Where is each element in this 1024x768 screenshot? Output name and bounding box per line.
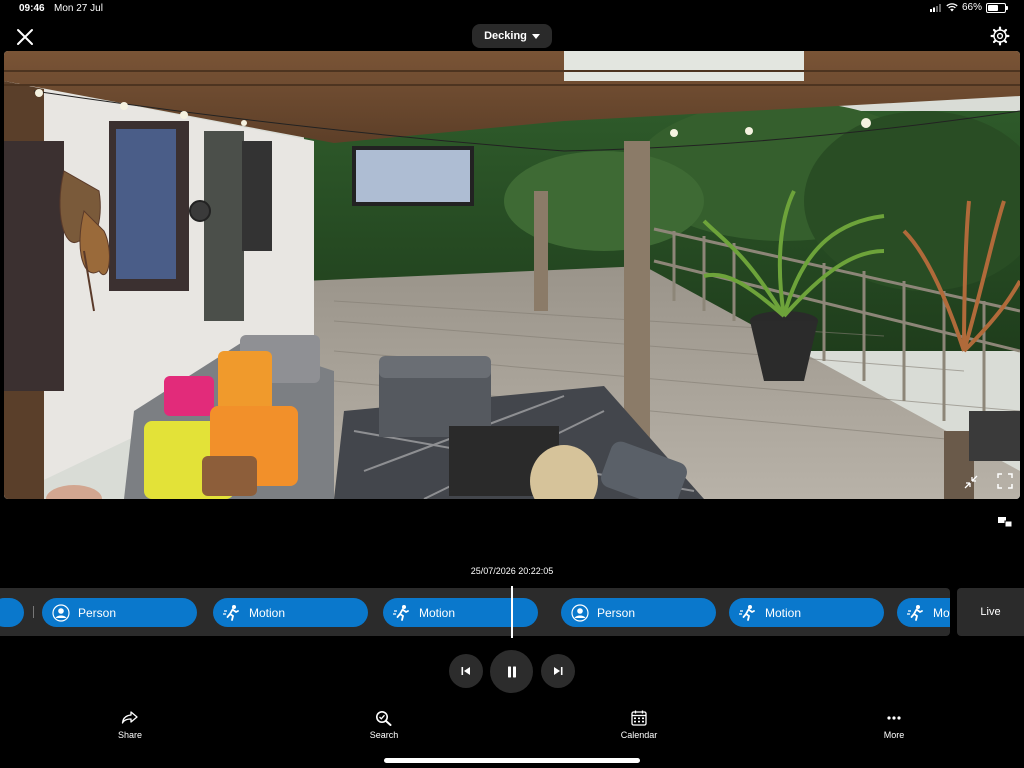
- share-button[interactable]: Share: [90, 710, 170, 740]
- more-button[interactable]: More: [854, 710, 934, 740]
- event-label: Motion: [933, 605, 950, 620]
- timeline-timestamp: 25/07/2026 20:22:05: [470, 566, 554, 576]
- search-button[interactable]: Search: [344, 710, 424, 740]
- skip-previous-icon: [461, 667, 470, 675]
- close-icon: [17, 29, 33, 45]
- person-icon: [571, 603, 589, 622]
- calendar-button[interactable]: Calendar: [599, 710, 679, 740]
- person-icon: [52, 603, 70, 622]
- more-icon: [887, 716, 901, 720]
- live-button[interactable]: Live: [957, 588, 1024, 636]
- event-chip-motion[interactable]: Motion: [213, 598, 368, 627]
- exit-fullscreen-icon: [964, 475, 978, 489]
- motion-icon: [907, 604, 923, 621]
- motion-icon: [393, 604, 409, 621]
- video-frame: [4, 51, 1020, 499]
- gear-icon: [990, 26, 1010, 46]
- event-chip-person[interactable]: Person: [42, 598, 197, 627]
- home-indicator[interactable]: [384, 758, 640, 763]
- event-chip-partial[interactable]: [0, 598, 24, 627]
- skip-next-button[interactable]: [541, 654, 575, 688]
- close-button[interactable]: [14, 26, 36, 48]
- camera-selector[interactable]: Decking: [472, 24, 552, 48]
- event-timeline[interactable]: Person Motion Motion Person Motion Mo: [0, 588, 950, 636]
- battery-percentage: 66%: [961, 2, 982, 13]
- more-label: More: [883, 730, 905, 740]
- cellular-signal-icon: [929, 3, 941, 12]
- fullscreen-icon: [997, 473, 1013, 489]
- picture-in-picture-icon: [998, 517, 1013, 528]
- timeline-tick: [33, 606, 34, 618]
- live-label: Live: [980, 606, 1001, 618]
- event-label: Person: [78, 605, 117, 620]
- picture-in-picture-button[interactable]: [997, 514, 1013, 530]
- motion-icon: [739, 604, 755, 621]
- battery-icon: [986, 2, 1008, 13]
- event-label: Person: [597, 605, 636, 620]
- pause-icon: [507, 666, 516, 677]
- status-indicators: 66%: [929, 2, 1008, 13]
- skip-next-icon: [554, 667, 563, 675]
- wifi-icon: [946, 3, 958, 12]
- event-label: Motion: [249, 605, 286, 620]
- share-icon: [121, 711, 138, 724]
- settings-button[interactable]: [990, 26, 1010, 46]
- calendar-label: Calendar: [620, 730, 658, 740]
- pause-button[interactable]: [490, 650, 533, 693]
- chevron-down-icon: [531, 33, 540, 39]
- search-label: Search: [369, 730, 399, 740]
- exit-fullscreen-button[interactable]: [963, 474, 979, 490]
- event-label: Motion: [419, 605, 456, 620]
- camera-name: Decking: [484, 30, 527, 42]
- fullscreen-button[interactable]: [997, 473, 1013, 489]
- event-label: Motion: [765, 605, 802, 620]
- calendar-icon: [631, 710, 647, 726]
- event-chip-motion[interactable]: Motion: [383, 598, 538, 627]
- event-chip-motion[interactable]: Motion: [729, 598, 884, 627]
- event-chip-motion[interactable]: Motion: [897, 598, 950, 627]
- timeline-playhead[interactable]: [511, 586, 513, 638]
- status-date: Mon 27 Jul: [54, 3, 103, 14]
- event-chip-person[interactable]: Person: [561, 598, 716, 627]
- motion-icon: [223, 604, 239, 621]
- skip-previous-button[interactable]: [449, 654, 483, 688]
- search-icon: [376, 711, 392, 726]
- status-time: 09:46: [19, 3, 45, 14]
- camera-video-feed[interactable]: [4, 51, 1020, 499]
- share-label: Share: [117, 730, 143, 740]
